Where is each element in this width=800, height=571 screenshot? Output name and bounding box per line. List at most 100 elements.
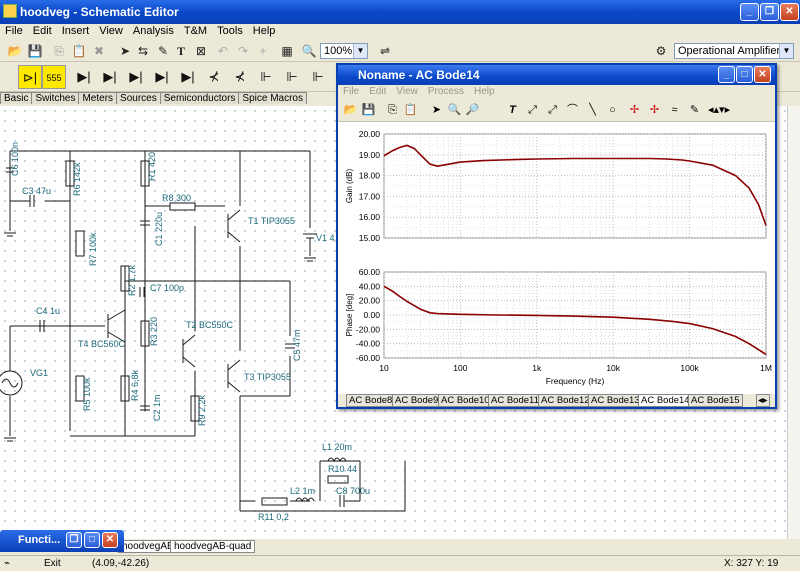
maximize-button[interactable]: □	[84, 532, 100, 548]
tab-basic[interactable]: Basic	[0, 92, 33, 104]
gain-ytick-label: 20.00	[359, 129, 381, 139]
diode-icon[interactable]: ▶|	[124, 65, 148, 89]
open-icon[interactable]: 📂	[342, 102, 359, 119]
bode-window[interactable]: Noname - AC Bode14 _ □ ✕ File Edit View Pro…	[336, 63, 777, 409]
close-button[interactable]: ✕	[780, 3, 799, 21]
menu-file[interactable]: File	[0, 24, 28, 38]
circle-icon[interactable]: ○	[604, 102, 621, 119]
save-icon[interactable]: 💾	[360, 102, 377, 119]
restore-button[interactable]: ❐	[66, 532, 82, 548]
zoom-out-icon[interactable]: 🔎	[464, 102, 481, 119]
component-tabs: Basic Switches Meters Sources Semiconductors…	[0, 92, 307, 106]
tab-ac-bode12[interactable]: AC Bode12	[538, 394, 593, 407]
redo-icon[interactable]: ↷	[234, 42, 252, 60]
copy-icon[interactable]: ⎘	[384, 102, 401, 119]
restore-button[interactable]: ❐	[760, 3, 779, 21]
pen-icon[interactable]: ✎	[154, 42, 172, 60]
bode-menu-edit[interactable]: Edit	[364, 85, 391, 98]
probe-icon[interactable]: ⇌	[376, 42, 394, 60]
menu-analysis[interactable]: Analysis	[128, 24, 179, 38]
paste-icon[interactable]: 📋	[402, 102, 419, 119]
probe-icon[interactable]: ✎	[686, 102, 703, 119]
close-button[interactable]: ✕	[102, 532, 118, 548]
menu-view[interactable]: View	[94, 24, 128, 38]
fet-icon[interactable]: ⊩	[254, 65, 278, 89]
tab-ac-bode15[interactable]: AC Bode15	[688, 394, 743, 407]
cursor-icon[interactable]: ⤢	[524, 102, 541, 119]
bjt-npn-icon[interactable]: ⊀	[202, 65, 226, 89]
zoom-in-icon[interactable]: 🔍	[446, 102, 463, 119]
pointer-icon[interactable]: ➤	[428, 102, 445, 119]
tab-ac-bode11[interactable]: AC Bode11	[488, 394, 542, 407]
component-icon: ⚙	[655, 44, 667, 58]
text-icon[interactable]: T	[504, 102, 521, 119]
tab-ac-bode9[interactable]: AC Bode9	[392, 394, 442, 407]
arrows-icon[interactable]: ◂▴▾▸	[708, 102, 730, 119]
tab-ac-bode8[interactable]: AC Bode8	[346, 394, 396, 407]
copy-icon[interactable]: ⎘	[50, 42, 68, 60]
save-icon[interactable]: 💾	[26, 42, 44, 60]
tab-sources[interactable]: Sources	[116, 92, 161, 104]
tab-ac-bode13[interactable]: AC Bode13	[588, 394, 643, 407]
menu-tools[interactable]: Tools	[212, 24, 248, 38]
maximize-button[interactable]: □	[736, 66, 753, 83]
wave-icon[interactable]: ≈	[666, 102, 683, 119]
tab-scroll-arrows[interactable]: ◂▸	[756, 394, 770, 407]
main-title-bar[interactable]: hoodveg - Schematic Editor _ ❐ ✕	[0, 0, 800, 24]
fet-icon[interactable]: ⊩	[280, 65, 304, 89]
phase-xtick-label: 1M	[760, 363, 772, 373]
menu-edit[interactable]: Edit	[28, 24, 57, 38]
minimize-button[interactable]: _	[740, 3, 759, 21]
component-select[interactable]: Operational Amplifier ▼	[674, 43, 794, 59]
menu-tm[interactable]: T&M	[179, 24, 212, 38]
text-icon[interactable]: T	[172, 42, 190, 60]
delete-icon[interactable]: ✖	[90, 42, 108, 60]
plus-icon[interactable]: +	[254, 42, 272, 60]
pointer-icon[interactable]: ➤	[116, 42, 134, 60]
tab-ac-bode10[interactable]: AC Bode10	[438, 394, 493, 407]
function-window[interactable]: Functi... ❐ □ ✕	[0, 530, 124, 552]
diode-icon[interactable]: ▶|	[72, 65, 96, 89]
close-button[interactable]: ✕	[754, 66, 771, 83]
menu-help[interactable]: Help	[248, 24, 281, 38]
marker-icon[interactable]: ✢	[646, 102, 663, 119]
bjt-pnp-icon[interactable]: ⊀	[228, 65, 252, 89]
bode-plot-area[interactable]: 20.00 19.00 18.00 17.00 16.00 15.00 Gain (dB) 6…	[338, 122, 775, 394]
menu-bar: File Edit Insert View Analysis T&M Tools Help	[0, 24, 800, 40]
bode-menu-view[interactable]: View	[391, 85, 423, 98]
menu-insert[interactable]: Insert	[57, 24, 95, 38]
status-exit[interactable]: Exit	[44, 558, 61, 569]
tab-ac-bode14[interactable]: AC Bode14	[638, 394, 693, 407]
diode-icon[interactable]: ⊳|	[18, 65, 42, 89]
diode-icon[interactable]: ▶|	[176, 65, 200, 89]
tab-meters[interactable]: Meters	[78, 92, 118, 104]
tab-hoodvegab-quad[interactable]: hoodvegAB-quad	[170, 540, 256, 553]
line-icon[interactable]: ⌒	[564, 102, 581, 119]
minimize-button[interactable]: _	[718, 66, 735, 83]
wire-icon[interactable]: ⇆	[134, 42, 152, 60]
tab-semiconductors[interactable]: Semiconductors	[159, 92, 240, 104]
bode-menu-file[interactable]: File	[338, 85, 364, 98]
phase-xtick-label: 10k	[606, 363, 620, 373]
diode-icon[interactable]: ▶|	[150, 65, 174, 89]
bode-toolbar: 📂 💾 ⎘ 📋 ➤ 🔍 🔎 T ⤢ ⤢ ⌒ ╲ ○ ✢ ✢ ≈ ✎ ◂▴▾▸	[338, 100, 775, 122]
diode-icon[interactable]: ▶|	[98, 65, 122, 89]
zoom-select[interactable]: 100% ▼	[320, 43, 368, 59]
line-icon[interactable]: ╲	[584, 102, 601, 119]
undo-icon[interactable]: ↶	[214, 42, 232, 60]
vertical-scrollbar[interactable]	[787, 106, 800, 539]
open-icon[interactable]: 📂	[6, 42, 24, 60]
tab-spice-macros[interactable]: Spice Macros	[238, 92, 307, 104]
bode-title-bar[interactable]: Noname - AC Bode14 _ □ ✕	[338, 65, 775, 85]
tab-switches[interactable]: Switches	[31, 92, 80, 104]
cursor-icon[interactable]: ⤢	[544, 102, 561, 119]
paste-icon[interactable]: 📋	[70, 42, 88, 60]
bode-menu-help[interactable]: Help	[469, 85, 500, 98]
bode-menu-process[interactable]: Process	[423, 85, 469, 98]
marker-icon[interactable]: ✢	[626, 102, 643, 119]
fet-icon[interactable]: ⊩	[306, 65, 330, 89]
zoom-icon[interactable]: 🔍	[300, 42, 318, 60]
chip-555-icon[interactable]: 555	[42, 65, 66, 89]
erase-icon[interactable]: ⊠	[192, 42, 210, 60]
grid-icon[interactable]: ▦	[278, 42, 296, 60]
